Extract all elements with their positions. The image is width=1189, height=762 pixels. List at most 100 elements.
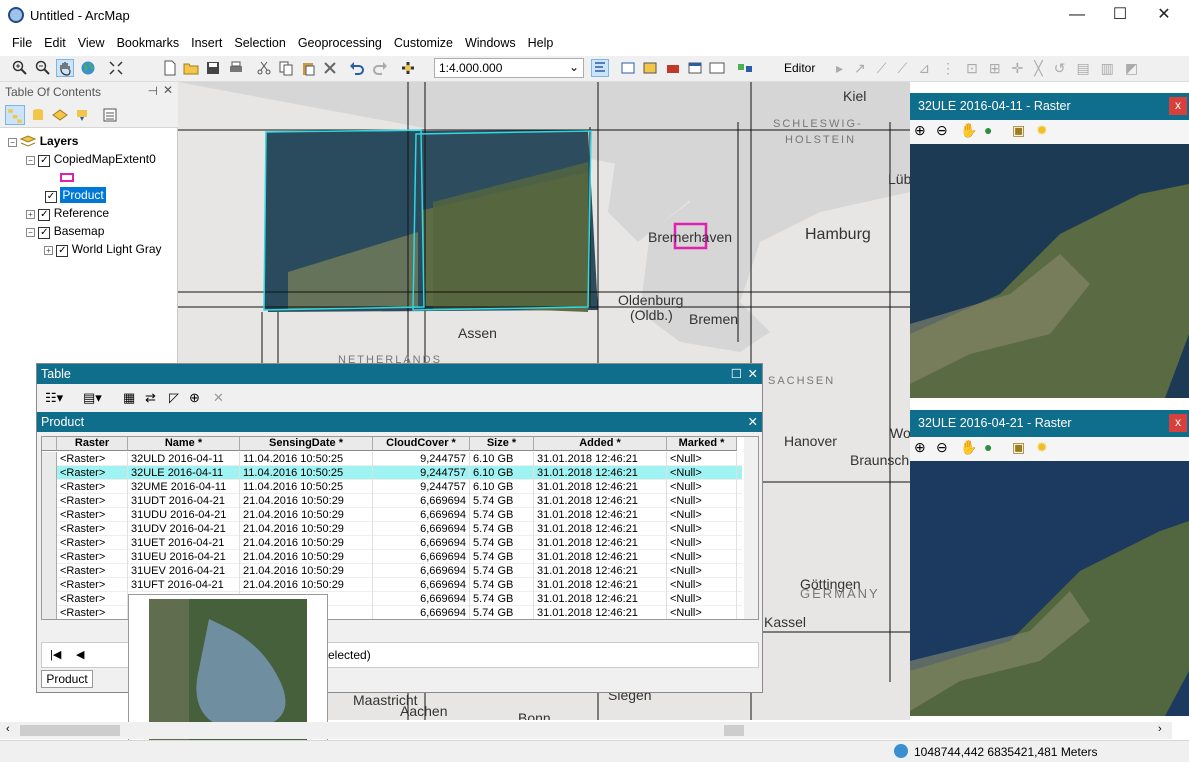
scroll-thumb-map[interactable] [724, 725, 744, 736]
table-cell[interactable]: 32ULE 2016-04-11 [128, 466, 240, 480]
toc-close-icon[interactable]: ✕ [163, 83, 173, 97]
row-selector[interactable] [42, 606, 57, 619]
table-cell[interactable]: <Null> [667, 550, 737, 564]
delete-icon[interactable] [322, 60, 338, 76]
table-cell[interactable]: 31.01.2018 12:46:21 [534, 522, 667, 536]
table-cell[interactable]: 9,244757 [373, 452, 470, 466]
table-options-icon[interactable]: ☷▾ [45, 390, 63, 406]
layer-visibility-checkbox[interactable]: ✓ [38, 209, 51, 221]
table-cell[interactable]: 31UFT 2016-04-21 [128, 578, 240, 592]
table-cell[interactable]: 31UDV 2016-04-21 [128, 522, 240, 536]
layer-basemap[interactable]: − ✓ Basemap [8, 222, 176, 240]
pin-icon[interactable]: ⊣ [148, 84, 158, 98]
row-selector[interactable] [42, 494, 57, 508]
pan-hand-icon[interactable]: ✋ [960, 439, 977, 456]
table-cell[interactable]: 5.74 GB [470, 494, 534, 508]
row-selector[interactable] [42, 522, 57, 536]
menu-view[interactable]: View [72, 33, 111, 50]
table-cell[interactable]: <Raster> [57, 578, 128, 592]
toc-window-icon[interactable] [591, 59, 609, 77]
zoom-out-icon[interactable]: ⊖ [936, 122, 948, 139]
related-tables-icon[interactable]: ▤▾ [83, 390, 102, 406]
table-cell[interactable]: 6.10 GB [470, 466, 534, 480]
layer-visibility-checkbox[interactable]: ✓ [45, 191, 57, 203]
layer-world-light-gray[interactable]: + ✓ World Light Gray [8, 240, 176, 258]
table-cell[interactable]: 32ULD 2016-04-11 [128, 452, 240, 466]
search-window-icon[interactable] [642, 60, 658, 76]
paste-icon[interactable] [300, 60, 316, 76]
print-icon[interactable] [228, 60, 244, 76]
row-selector[interactable] [42, 452, 57, 466]
column-header-size[interactable]: Size * [470, 437, 534, 451]
table-cell[interactable]: 6,669694 [373, 508, 470, 522]
clear-selection-icon[interactable]: ◸ [169, 390, 179, 406]
map-horizontal-scrollbar[interactable]: ‹ › [0, 722, 1172, 739]
table-cell[interactable]: 11.04.2016 10:50:25 [240, 452, 373, 466]
layer-visibility-checkbox[interactable]: ✓ [56, 245, 69, 257]
table-cell[interactable]: 31.01.2018 12:46:21 [534, 550, 667, 564]
table-row[interactable]: <Raster> 31UFT 2016-04-21 21.04.2016 10:50… [42, 578, 742, 592]
python-window-icon[interactable] [687, 60, 703, 76]
row-selector[interactable] [42, 564, 57, 578]
close-button[interactable]: ✕ [1141, 0, 1187, 32]
cut-icon[interactable] [256, 60, 272, 76]
row-selector[interactable] [42, 592, 57, 606]
list-by-visibility-icon[interactable] [52, 107, 68, 123]
select-by-attributes-icon[interactable]: ▦ [123, 390, 135, 406]
table-cell[interactable]: <Raster> [57, 508, 128, 522]
editor-toolbar-icon[interactable] [737, 60, 753, 76]
table-row[interactable]: <Raster> 31UDU 2016-04-21 21.04.2016 10:50… [42, 508, 742, 522]
zoom-in-icon[interactable] [12, 60, 28, 76]
table-cell[interactable]: 9,244757 [373, 480, 470, 494]
table-cell[interactable]: 31.01.2018 12:46:21 [534, 592, 667, 606]
layer-product[interactable]: ✓ Product [8, 186, 176, 204]
table-cell[interactable]: 21.04.2016 10:50:29 [240, 550, 373, 564]
viewer-close-button[interactable]: x [1169, 97, 1187, 115]
table-row[interactable]: <Raster> 32ULD 2016-04-11 11.04.2016 10:50… [42, 452, 742, 466]
column-header-added[interactable]: Added * [534, 437, 667, 451]
arctoolbox-icon[interactable] [665, 60, 681, 76]
table-cell[interactable]: <Null> [667, 452, 737, 466]
column-header-marked[interactable]: Marked * [667, 437, 737, 451]
model-builder-icon[interactable] [709, 60, 725, 76]
zoom-in-icon[interactable]: ⊕ [914, 122, 926, 139]
table-cell[interactable]: <Raster> [57, 494, 128, 508]
table-cell[interactable]: 31.01.2018 12:46:21 [534, 494, 667, 508]
table-cell[interactable]: <Raster> [57, 606, 128, 619]
new-document-icon[interactable] [162, 60, 178, 76]
previous-record-icon[interactable]: ◀ [76, 648, 84, 661]
delete-selected-icon[interactable]: ✕ [213, 390, 224, 406]
table-cell[interactable]: 6,669694 [373, 606, 470, 619]
menu-windows[interactable]: Windows [459, 33, 522, 50]
scroll-thumb[interactable] [20, 725, 120, 736]
table-cell[interactable]: 31.01.2018 12:46:21 [534, 480, 667, 494]
row-selector[interactable] [42, 578, 57, 592]
table-row[interactable]: <Raster> 31UDV 2016-04-21 21.04.2016 10:50… [42, 522, 742, 536]
table-cell[interactable]: <Null> [667, 522, 737, 536]
table-cell[interactable]: 21.04.2016 10:50:29 [240, 536, 373, 550]
sun-icon[interactable]: ✹ [1036, 439, 1048, 456]
layer-visibility-checkbox[interactable]: ✓ [38, 227, 51, 239]
table-row[interactable]: <Raster> 32ULE 2016-04-11 11.04.2016 10:50… [42, 466, 742, 480]
menu-file[interactable]: File [6, 33, 38, 50]
zoom-in-icon[interactable]: ⊕ [914, 439, 926, 456]
sun-icon[interactable]: ✹ [1036, 122, 1048, 139]
layer-copiedmapextent0[interactable]: − ✓ CopiedMapExtent0 [8, 150, 176, 168]
table-cell[interactable]: 21.04.2016 10:50:29 [240, 508, 373, 522]
table-row[interactable]: <Raster> 32UME 2016-04-11 11.04.2016 10:50… [42, 480, 742, 494]
list-by-selection-icon[interactable] [74, 107, 90, 123]
layer-visibility-checkbox[interactable]: ✓ [38, 155, 51, 167]
table-cell[interactable]: 31.01.2018 12:46:21 [534, 606, 667, 619]
row-selector[interactable] [42, 536, 57, 550]
table-cell[interactable]: <Raster> [57, 550, 128, 564]
menu-bookmarks[interactable]: Bookmarks [111, 33, 186, 50]
table-cell[interactable]: 6.10 GB [470, 480, 534, 494]
maximize-button[interactable]: ☐ [1097, 0, 1143, 32]
properties-icon[interactable]: ▣ [1012, 122, 1025, 139]
row-selector[interactable] [42, 550, 57, 564]
table-cell[interactable]: 31UDU 2016-04-21 [128, 508, 240, 522]
table-cell[interactable]: 32UME 2016-04-11 [128, 480, 240, 494]
menu-geoprocessing[interactable]: Geoprocessing [292, 33, 388, 50]
table-row[interactable]: <Raster> 31UEU 2016-04-21 21.04.2016 10:50… [42, 550, 742, 564]
redo-icon[interactable] [372, 60, 388, 76]
